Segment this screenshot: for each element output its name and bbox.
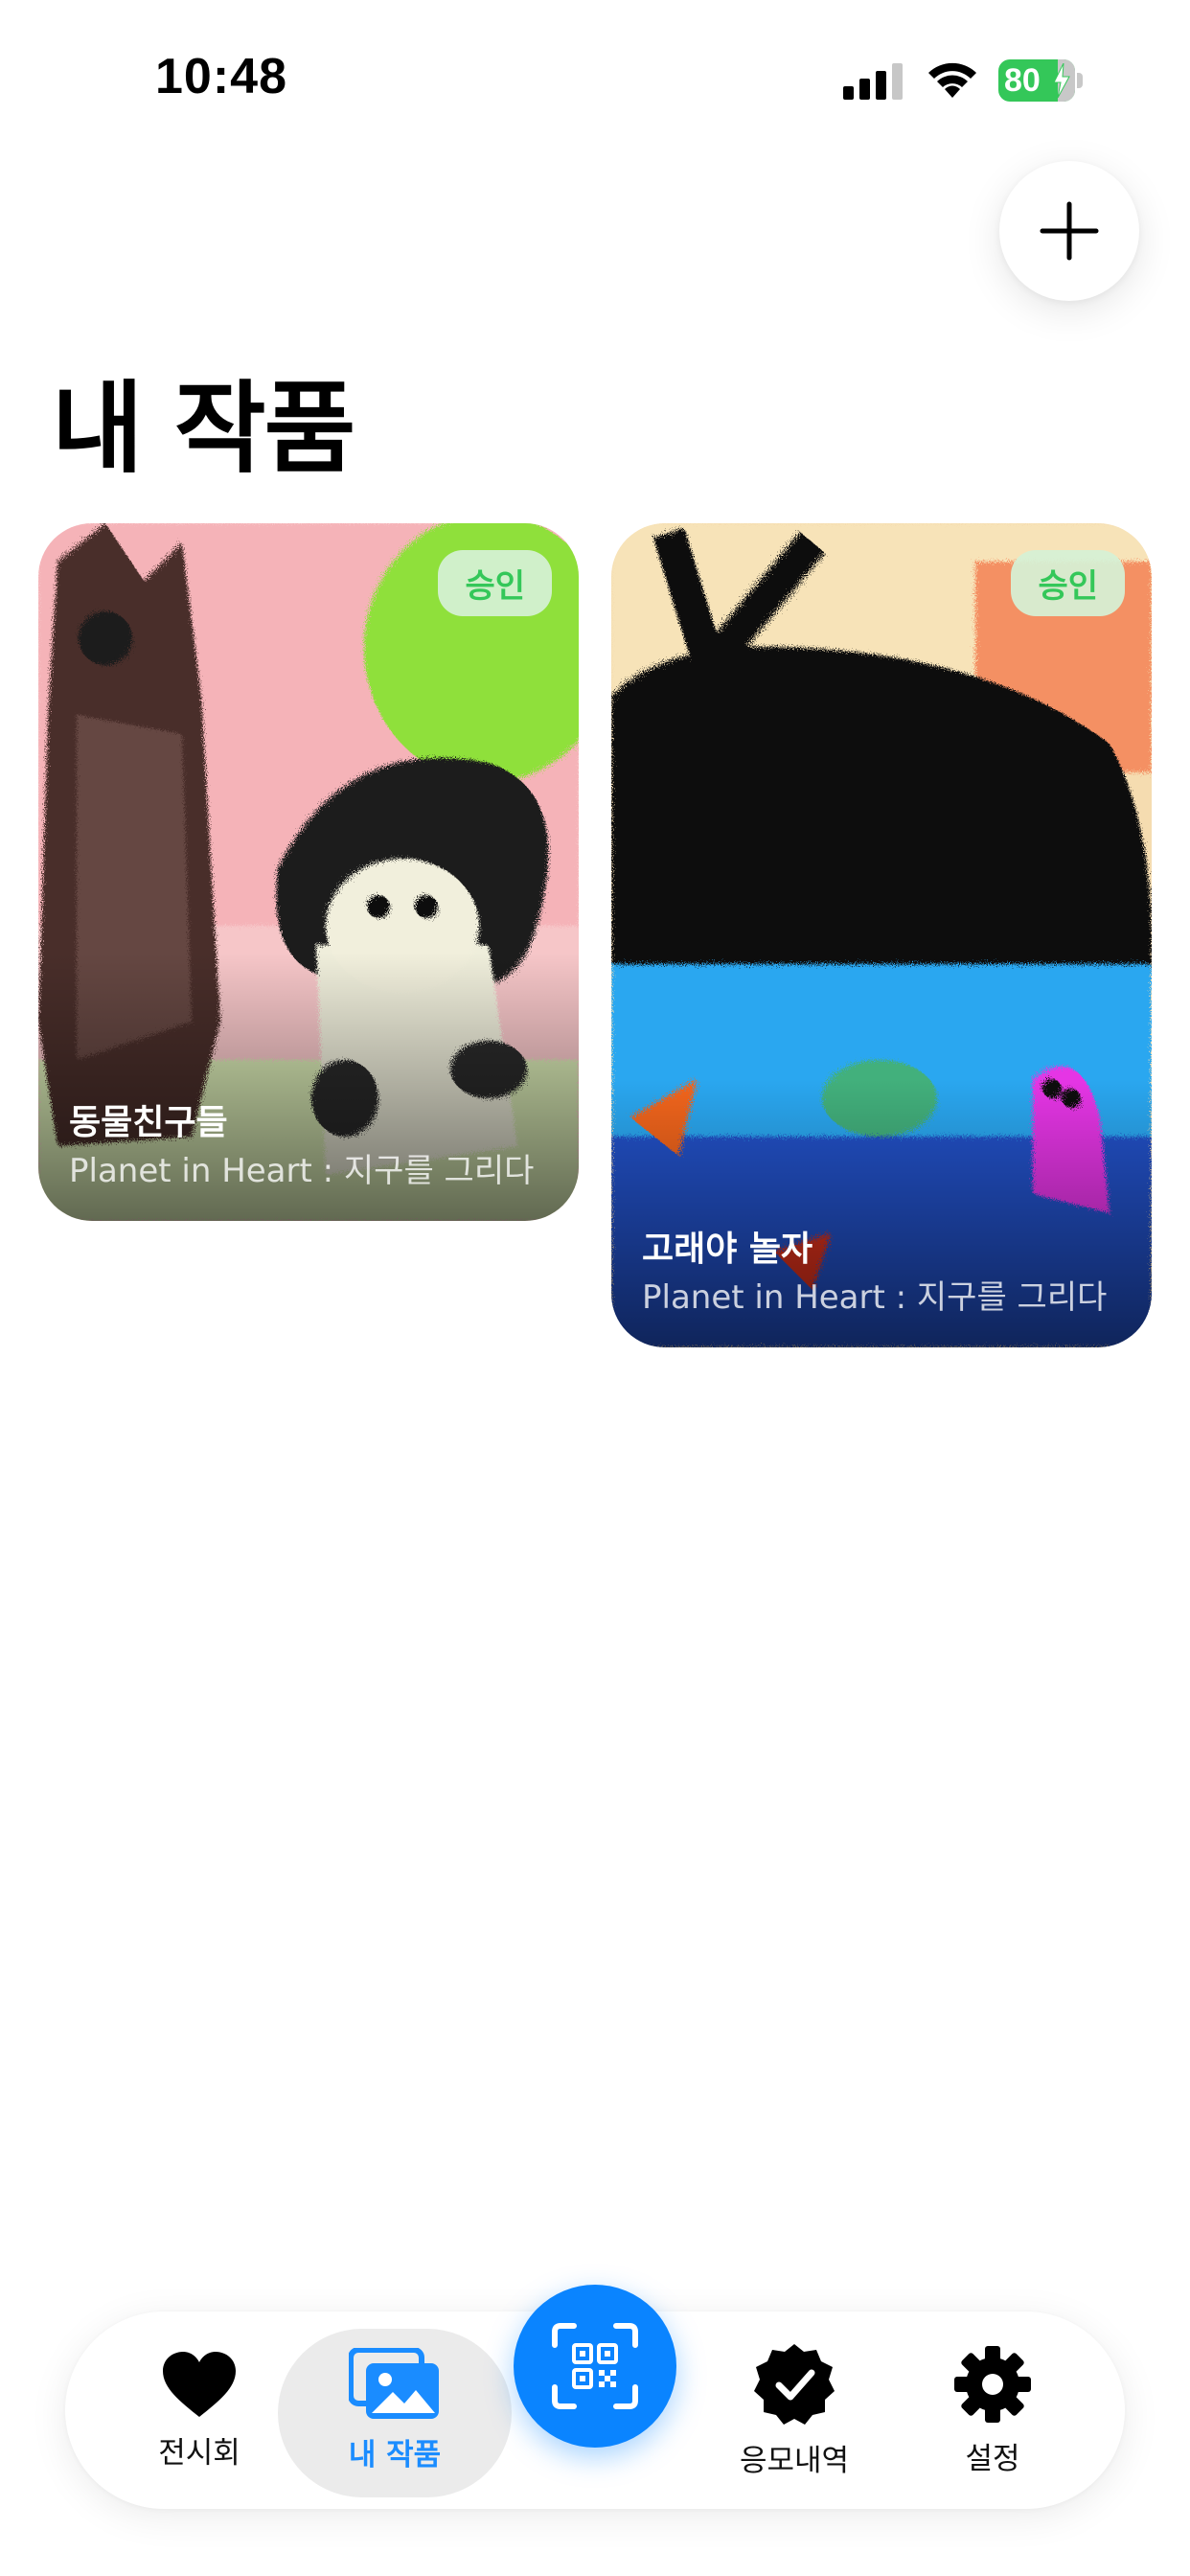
- tab-label: 설정: [965, 2441, 1020, 2476]
- checkmark-seal-icon: [754, 2343, 835, 2425]
- gear-icon: [954, 2345, 1031, 2423]
- tab-label: 전시회: [158, 2435, 240, 2471]
- artwork-card[interactable]: 승인 동물친구들 Planet in Heart : 지구를 그리다: [38, 523, 579, 1221]
- plus-icon: [1040, 201, 1099, 261]
- add-artwork-button[interactable]: [999, 161, 1139, 301]
- qr-scan-icon: [552, 2323, 638, 2409]
- tab-exhibition[interactable]: 전시회: [99, 2312, 300, 2509]
- battery-level: 80: [1004, 61, 1041, 99]
- cellular-signal-icon: [843, 63, 903, 100]
- tab-submissions[interactable]: 응모내역: [694, 2312, 895, 2509]
- status-badge: 승인: [438, 550, 552, 616]
- artwork-title: 고래야 놀자: [642, 1230, 813, 1269]
- artwork-title: 동물친구들: [69, 1103, 228, 1142]
- qr-scan-button[interactable]: [514, 2285, 676, 2448]
- artwork-exhibition: Planet in Heart : 지구를 그리다: [642, 1278, 1108, 1317]
- tab-label: 내 작품: [348, 2437, 442, 2472]
- charging-bolt-icon: [1053, 63, 1070, 98]
- heart-icon: [163, 2351, 236, 2417]
- page-title: 내 작품: [52, 370, 355, 487]
- photos-icon: [349, 2347, 439, 2419]
- tab-label: 응모내역: [739, 2443, 850, 2478]
- battery-cap: [1077, 73, 1083, 88]
- artwork-card[interactable]: 승인 고래야 놀자 Planet in Heart : 지구를 그리다: [611, 523, 1152, 1347]
- status-badge: 승인: [1011, 550, 1125, 616]
- tab-my-artworks[interactable]: 내 작품: [294, 2312, 495, 2509]
- artwork-exhibition: Planet in Heart : 지구를 그리다: [69, 1152, 535, 1190]
- tab-settings[interactable]: 설정: [892, 2312, 1093, 2509]
- wifi-icon: [928, 62, 976, 98]
- status-time: 10:48: [155, 49, 287, 104]
